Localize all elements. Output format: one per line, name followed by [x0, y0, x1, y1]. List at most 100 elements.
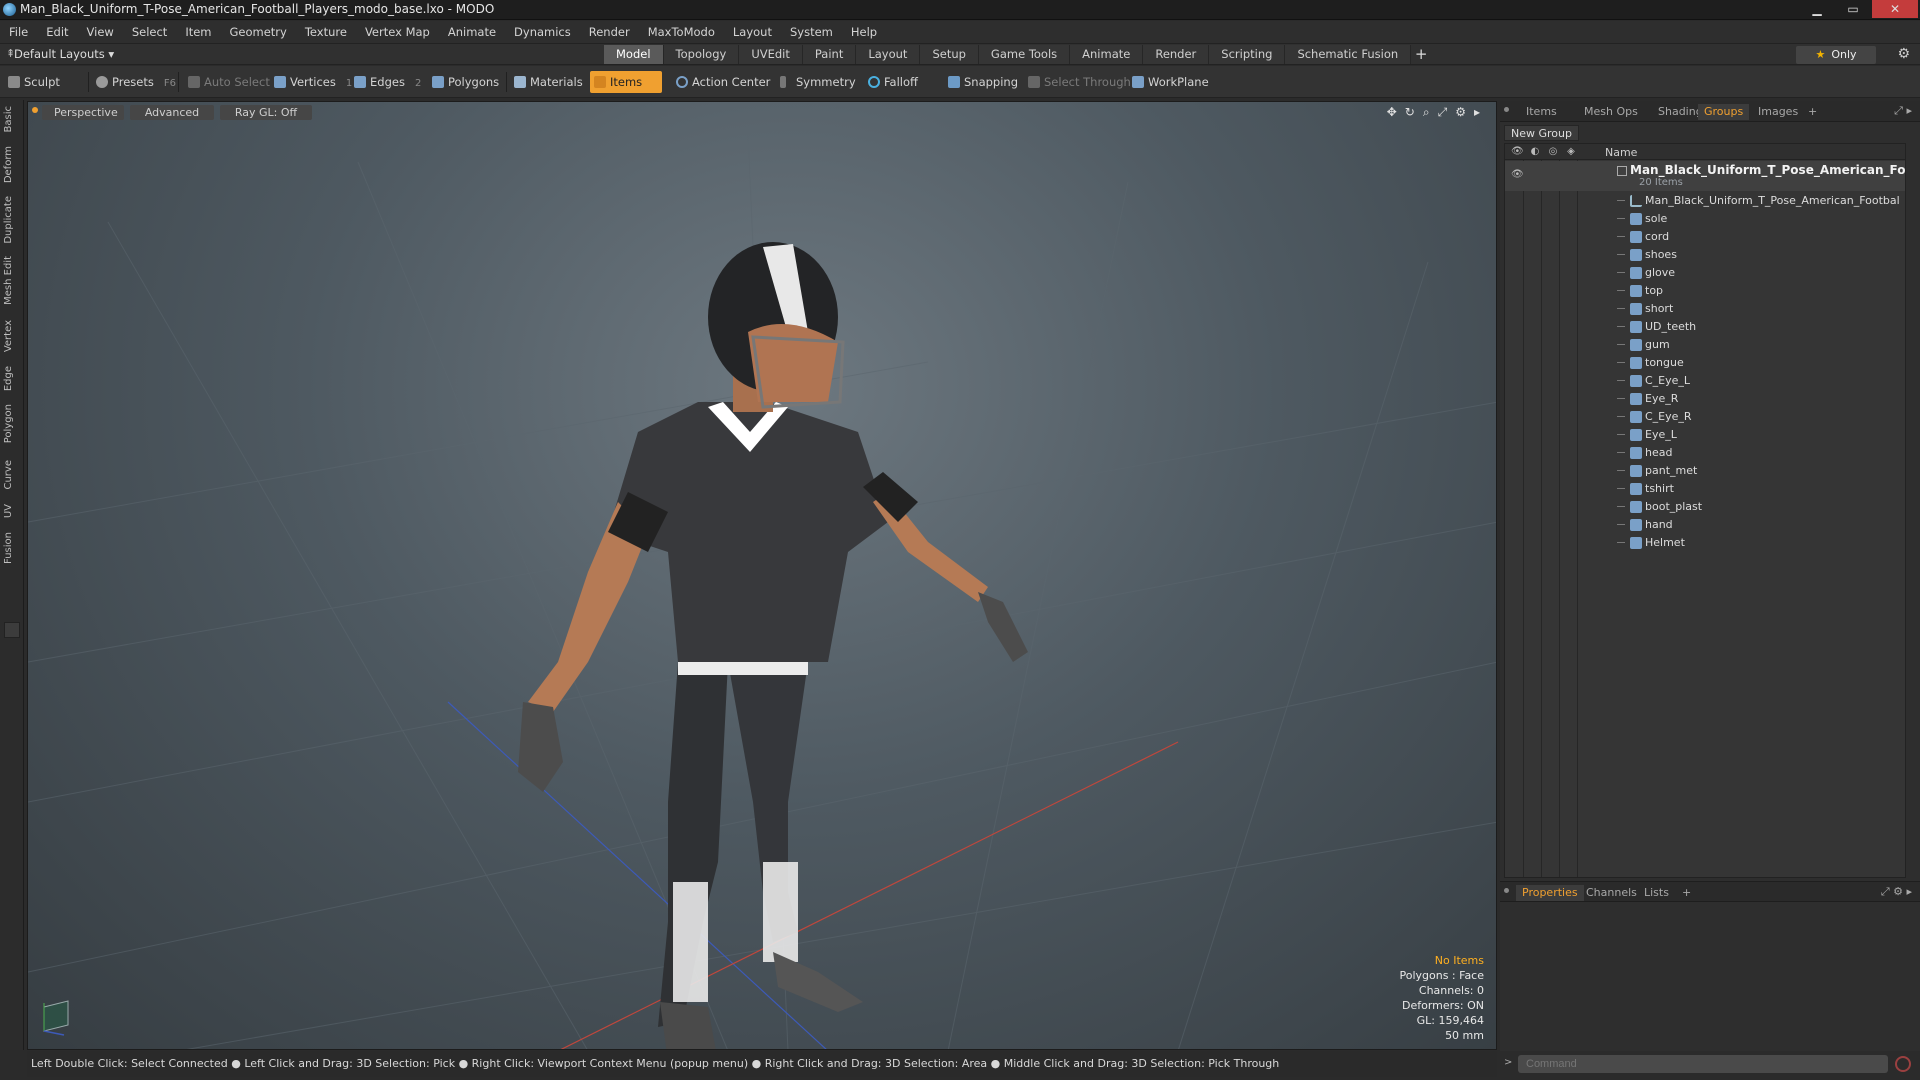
- list-item[interactable]: top: [1505, 282, 1905, 300]
- command-record-icon[interactable]: [1895, 1056, 1911, 1072]
- tab-properties[interactable]: Properties: [1516, 885, 1584, 901]
- tab-scripting[interactable]: Scripting: [1209, 45, 1286, 64]
- menu-file[interactable]: File: [0, 25, 37, 39]
- command-input[interactable]: [1518, 1055, 1888, 1073]
- tab-render[interactable]: Render: [1143, 45, 1210, 64]
- maximize-button[interactable]: ▭: [1836, 0, 1870, 18]
- advanced-button[interactable]: Advanced: [130, 105, 214, 120]
- group-expand-icon[interactable]: [1617, 166, 1627, 176]
- select-column-icon[interactable]: ◈: [1565, 146, 1577, 158]
- tab-setup[interactable]: Setup: [920, 45, 979, 64]
- select-through-button[interactable]: Select Through: [1024, 71, 1139, 93]
- gear-icon[interactable]: ⚙: [1897, 46, 1910, 62]
- list-item[interactable]: head: [1505, 444, 1905, 462]
- pan-icon[interactable]: ✥: [1387, 105, 1397, 120]
- visibility-column-eye-icon[interactable]: 👁: [1511, 146, 1524, 158]
- lock-column-icon[interactable]: ◎: [1547, 146, 1559, 158]
- tab-animate[interactable]: Animate: [1070, 45, 1144, 64]
- list-item[interactable]: C_Eye_L: [1505, 372, 1905, 390]
- tab-lists[interactable]: Lists: [1638, 885, 1675, 901]
- menu-layout[interactable]: Layout: [724, 25, 781, 39]
- menu-select[interactable]: Select: [123, 25, 176, 39]
- list-item[interactable]: pant_met: [1505, 462, 1905, 480]
- menu-geometry[interactable]: Geometry: [221, 25, 296, 39]
- vtab-fusion[interactable]: Fusion: [3, 532, 21, 564]
- tab-uvedit[interactable]: UVEdit: [739, 45, 803, 64]
- menu-animate[interactable]: Animate: [439, 25, 505, 39]
- list-item[interactable]: Eye_L: [1505, 426, 1905, 444]
- expand-panel-icon[interactable]: ⤢ ▸: [1894, 104, 1912, 118]
- list-item[interactable]: Helmet: [1505, 534, 1905, 552]
- minimize-button[interactable]: ▁: [1800, 0, 1834, 18]
- vtab-edge[interactable]: Edge: [3, 366, 21, 391]
- fit-icon[interactable]: ⤢: [1438, 105, 1448, 120]
- zoom-icon[interactable]: ⌕: [1423, 105, 1430, 120]
- perspective-button[interactable]: Perspective: [42, 105, 124, 120]
- list-item[interactable]: C_Eye_R: [1505, 408, 1905, 426]
- props-gear-icon[interactable]: ⤢ ⚙ ▸: [1881, 885, 1912, 899]
- list-item[interactable]: tshirt: [1505, 480, 1905, 498]
- vtab-polygon[interactable]: Polygon: [3, 404, 21, 443]
- list-item[interactable]: shoes: [1505, 246, 1905, 264]
- tab-items[interactable]: Items: [1520, 104, 1563, 120]
- menu-view[interactable]: View: [78, 25, 123, 39]
- tab-mesh-ops[interactable]: Mesh Ops: [1578, 104, 1644, 120]
- expand-arrow-icon[interactable]: ▸: [1474, 105, 1480, 120]
- menu-dynamics[interactable]: Dynamics: [505, 25, 580, 39]
- list-item[interactable]: boot_plast: [1505, 498, 1905, 516]
- list-item[interactable]: glove: [1505, 264, 1905, 282]
- menu-render[interactable]: Render: [580, 25, 639, 39]
- workplane-button[interactable]: WorkPlane: [1128, 71, 1217, 93]
- list-item[interactable]: short: [1505, 300, 1905, 318]
- vtab-vertex[interactable]: Vertex: [3, 320, 21, 352]
- vtab-deform[interactable]: Deform: [3, 146, 21, 183]
- panel-toggle-icon[interactable]: [4, 622, 20, 638]
- falloff-button[interactable]: Falloff: [864, 71, 926, 93]
- presets-button[interactable]: Presets F6: [92, 71, 184, 93]
- polygons-button[interactable]: Polygons: [428, 71, 507, 93]
- only-toggle-button[interactable]: ★ Only: [1796, 46, 1876, 64]
- list-item[interactable]: tongue: [1505, 354, 1905, 372]
- group-row[interactable]: 👁 Man_Black_Uniform_T_Pose_American_Foot…: [1505, 161, 1905, 191]
- layout-preset-dropdown[interactable]: Default Layouts ▾: [14, 47, 114, 61]
- 3d-viewport[interactable]: Perspective Advanced Ray GL: Off ✥ ↻ ⌕ ⤢…: [27, 101, 1497, 1050]
- list-item[interactable]: Man_Black_Uniform_T_Pose_American_Footba…: [1505, 192, 1905, 210]
- group-eye-icon[interactable]: 👁: [1511, 169, 1524, 181]
- add-panel-tab-button[interactable]: +: [1802, 104, 1823, 120]
- menu-texture[interactable]: Texture: [296, 25, 356, 39]
- tab-channels[interactable]: Channels: [1580, 885, 1643, 901]
- materials-button[interactable]: Materials: [510, 71, 591, 93]
- tab-game-tools[interactable]: Game Tools: [978, 45, 1071, 64]
- rotate-icon[interactable]: ↻: [1405, 105, 1415, 120]
- vtab-duplicate[interactable]: Duplicate: [3, 196, 21, 244]
- raygl-button[interactable]: Ray GL: Off: [220, 105, 312, 120]
- tab-layout[interactable]: Layout: [856, 45, 921, 64]
- menu-maxtomodo[interactable]: MaxToModo: [639, 25, 724, 39]
- name-column-header[interactable]: Name: [1605, 146, 1637, 159]
- action-center-button[interactable]: Action Center: [672, 71, 778, 93]
- symmetry-button[interactable]: Symmetry: [776, 71, 864, 93]
- tab-paint[interactable]: Paint: [802, 45, 857, 64]
- football-player-model[interactable]: [518, 242, 1028, 1050]
- close-button[interactable]: ✕: [1872, 0, 1918, 18]
- snapping-button[interactable]: Snapping: [944, 71, 1026, 93]
- items-button[interactable]: Items: [590, 71, 662, 93]
- vtab-uv[interactable]: UV: [3, 504, 21, 518]
- command-arrow-icon[interactable]: >: [1504, 1057, 1512, 1068]
- vtab-basic[interactable]: Basic: [3, 106, 21, 132]
- vertices-button[interactable]: Vertices 1: [270, 71, 360, 93]
- menu-edit[interactable]: Edit: [37, 25, 77, 39]
- tab-model[interactable]: Model: [604, 45, 664, 64]
- add-layout-tab-button[interactable]: +: [1411, 45, 1431, 64]
- viewport-gear-icon[interactable]: ⚙: [1455, 105, 1466, 120]
- menu-system[interactable]: System: [781, 25, 842, 39]
- menu-help[interactable]: Help: [842, 25, 886, 39]
- list-item[interactable]: cord: [1505, 228, 1905, 246]
- menu-vertex-map[interactable]: Vertex Map: [356, 25, 439, 39]
- sculpt-button[interactable]: Sculpt: [4, 71, 68, 93]
- list-item[interactable]: Eye_R: [1505, 390, 1905, 408]
- tab-images[interactable]: Images: [1752, 104, 1804, 120]
- new-group-button[interactable]: New Group: [1504, 125, 1579, 141]
- list-item[interactable]: gum: [1505, 336, 1905, 354]
- render-column-icon[interactable]: ◐: [1529, 146, 1541, 158]
